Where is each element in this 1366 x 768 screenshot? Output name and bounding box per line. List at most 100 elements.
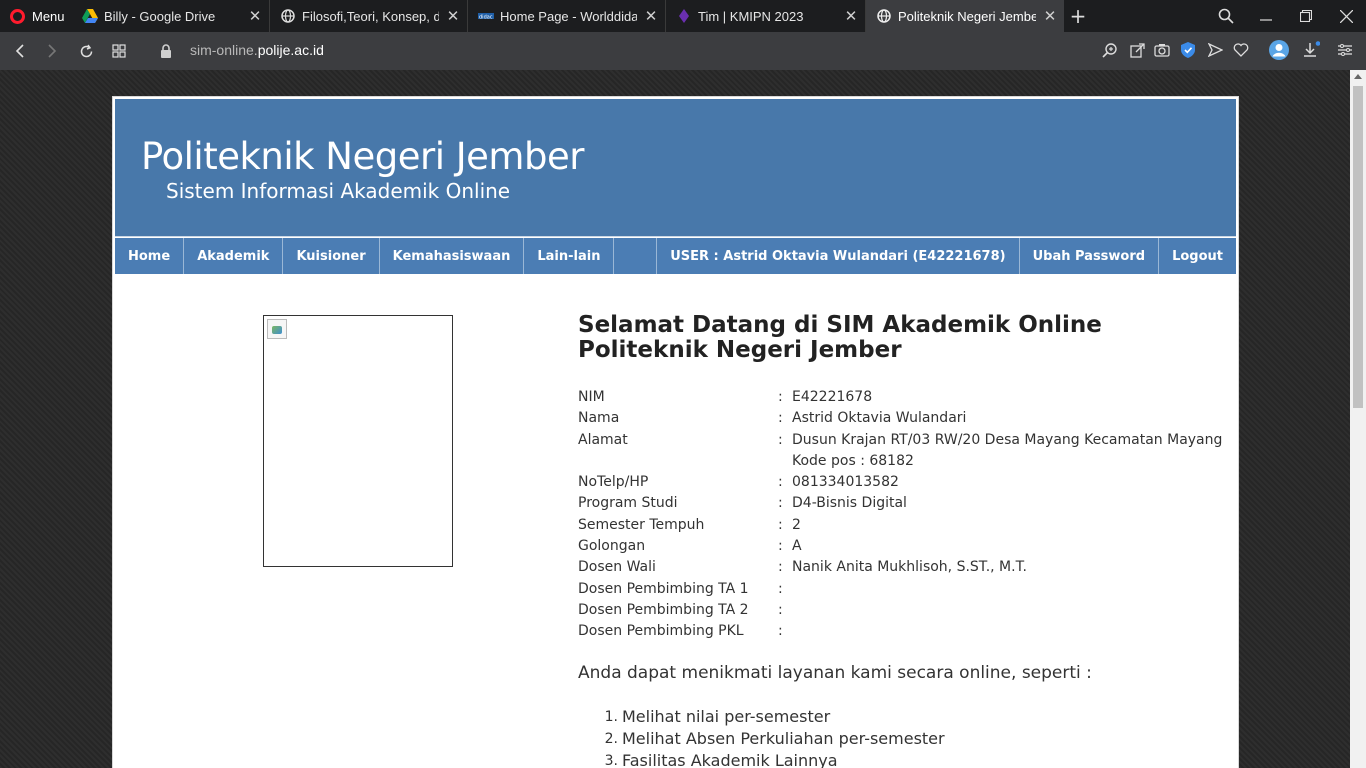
profile-row-semester: Semester Tempuh:2 (578, 515, 1252, 536)
share-icon[interactable] (1128, 41, 1146, 59)
profile-value: 2 (792, 516, 801, 533)
zoom-icon[interactable] (1101, 41, 1119, 59)
tab-kmipn[interactable]: Tim | KMIPN 2023 ✕ (666, 0, 866, 32)
profile-label: Dosen Wali (578, 559, 656, 576)
close-tab-icon[interactable]: ✕ (837, 7, 865, 25)
list-number: 2. (604, 731, 618, 747)
profile-value: Nanik Anita Mukhlisoh, S.ST., M.T. (792, 559, 1027, 576)
profile-label: NIM (578, 389, 605, 405)
url-domain: polije.ac.id (257, 42, 324, 58)
nav-home[interactable]: Home (115, 238, 185, 274)
lock-icon[interactable] (156, 41, 176, 61)
tab-google-drive[interactable]: Billy - Google Drive ✕ (72, 0, 270, 32)
close-tab-icon[interactable]: ✕ (241, 7, 269, 25)
profile-value: Astrid Oktavia Wulandari (792, 410, 967, 427)
easy-setup-icon[interactable] (1336, 41, 1354, 59)
globe-icon (280, 8, 296, 24)
profile-row-pembimbing-pkl: Dosen Pembimbing PKL: (578, 621, 1252, 642)
tab-title: Tim | KMIPN 2023 (698, 8, 804, 24)
profile-value: Dusun Krajan RT/03 RW/20 Desa Mayang Kec… (792, 431, 1223, 448)
back-icon[interactable] (10, 41, 30, 61)
tab-title: Home Page - Worlddidac (500, 8, 637, 24)
profile-separator: : (778, 580, 783, 597)
profile-label: Alamat (578, 431, 628, 448)
worlddidac-icon: didac (478, 8, 494, 24)
tab-politeknik-active[interactable]: Politeknik Negeri Jember ✕ (866, 0, 1064, 32)
scroll-up-arrow-icon[interactable] (1354, 74, 1362, 79)
nav-kuisioner[interactable]: Kuisioner (283, 238, 380, 274)
send-icon[interactable] (1206, 41, 1224, 59)
speed-dial-icon[interactable] (109, 41, 129, 61)
profile-label: Program Studi (578, 495, 678, 512)
opera-logo-icon (10, 8, 25, 24)
services-list: 1. Melihat nilai per-semester 2. Melihat A… (605, 706, 945, 768)
minimize-icon[interactable] (1246, 0, 1286, 32)
url-prefix: sim-online. (190, 42, 258, 58)
profile-separator: : (778, 559, 783, 576)
nav-kemahasiswaan[interactable]: Kemahasiswaan (380, 238, 525, 274)
profile-separator: : (778, 538, 783, 555)
download-icon[interactable] (1302, 41, 1320, 59)
reload-icon[interactable] (76, 41, 96, 61)
nav-logout[interactable]: Logout (1159, 238, 1236, 274)
list-item: 1. Melihat nilai per-semester (605, 706, 945, 728)
list-number: 1. (604, 709, 618, 725)
profile-separator: : (778, 495, 783, 512)
scrollbar-thumb[interactable] (1353, 86, 1363, 408)
tab-title: Billy - Google Drive (104, 8, 216, 24)
profile-separator: : (778, 516, 783, 533)
url-field[interactable]: sim-online.polije.ac.id (190, 42, 324, 58)
list-text: Melihat Absen Perkuliahan per-semester (622, 729, 945, 748)
adblock-shield-icon[interactable] (1179, 41, 1197, 59)
profile-label: Dosen Pembimbing PKL (578, 623, 744, 640)
tab-filosofi[interactable]: Filosofi,Teori, Konsep, dan S ✕ (270, 0, 468, 32)
close-tab-icon[interactable]: ✕ (439, 7, 467, 25)
profile-row-prodi: Program Studi: D4-Bisnis Digital (578, 493, 1252, 514)
restore-icon[interactable] (1286, 0, 1326, 32)
profile-value: Kode pos : 68182 (792, 452, 914, 469)
profile-separator: : (778, 623, 783, 640)
profile-separator: : (778, 389, 783, 405)
nav-lain-lain[interactable]: Lain-lain (524, 238, 615, 274)
search-tabs-icon[interactable] (1206, 0, 1246, 32)
new-tab-button[interactable]: + (1068, 4, 1088, 28)
close-window-icon[interactable] (1326, 0, 1366, 32)
profile-value (792, 579, 1252, 600)
heart-icon[interactable] (1232, 41, 1250, 59)
main-navbar: Home Akademik Kuisioner Kemahasiswaan La… (115, 238, 1236, 274)
profile-row-nim: NIM: E42221678 (578, 387, 1252, 408)
list-number: 3. (604, 753, 618, 768)
welcome-line-1: Selamat Datang di SIM Akademik Online (578, 312, 1102, 338)
profile-separator: : (778, 431, 783, 448)
list-item: 3. Fasilitas Akademik Lainnya (605, 750, 945, 768)
forward-icon[interactable] (42, 41, 62, 61)
profile-avatar-icon[interactable] (1268, 39, 1290, 61)
tab-title: Filosofi,Teori, Konsep, dan S (302, 8, 439, 24)
opera-menu-button[interactable]: Menu (0, 0, 70, 32)
menu-label: Menu (32, 8, 65, 24)
list-item: 2. Melihat Absen Perkuliahan per-semester (605, 728, 945, 750)
profile-value: D4-Bisnis Digital (792, 495, 907, 512)
vertical-scrollbar[interactable] (1350, 70, 1366, 768)
profile-label (578, 451, 778, 472)
tab-worlddidac[interactable]: didac Home Page - Worlddidac ✕ (468, 0, 666, 32)
profile-row-kodepos: Kode pos : 68182 (578, 451, 1252, 472)
close-tab-icon[interactable]: ✕ (637, 7, 665, 25)
profile-label: Dosen Pembimbing TA 1 (578, 580, 749, 597)
profile-value: 081334013582 (792, 474, 899, 491)
svg-text:didac: didac (479, 15, 493, 21)
profile-row-alamat: Alamat: Dusun Krajan RT/03 RW/20 Desa May… (578, 430, 1252, 451)
close-tab-icon[interactable]: ✕ (1036, 7, 1064, 25)
profile-row-pembimbing-ta1: Dosen Pembimbing TA 1: (578, 579, 1252, 600)
nav-ubah-password[interactable]: Ubah Password (1020, 238, 1160, 274)
page-viewport: Politeknik Negeri Jember Sistem Informas… (0, 70, 1350, 768)
profile-label: Semester Tempuh (578, 516, 705, 533)
profile-separator: : (778, 474, 783, 491)
user-info: USER : Astrid Oktavia Wulandari (E422216… (657, 238, 1020, 274)
profile-label: Golongan (578, 538, 646, 555)
profile-value (792, 621, 1252, 642)
camera-icon[interactable] (1153, 41, 1171, 59)
services-intro: Anda dapat menikmati layanan kami secara… (578, 663, 1092, 683)
nav-akademik[interactable]: Akademik (184, 238, 284, 274)
nav-spacer (614, 238, 658, 274)
